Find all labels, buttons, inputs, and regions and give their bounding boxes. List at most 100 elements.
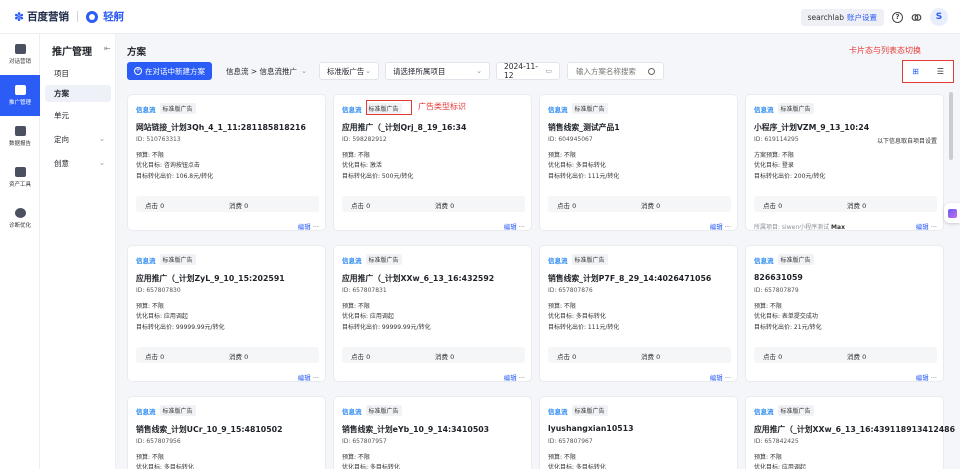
target-cpa: 目标转化出价: 106.8元/转化 <box>136 173 214 180</box>
optimization-goal: 优化目标: 登录 <box>754 162 794 169</box>
plan-card[interactable]: 信息流 标准版广告 网站链接_计划3Qh_4_1_11:281185818216 ID… <box>127 94 326 231</box>
button-label: 在对话中新建方案 <box>145 66 205 76</box>
card-view-icon[interactable]: ⊞ <box>909 65 923 79</box>
ad-type-tag: 标准版广告 <box>777 254 814 265</box>
plan-name[interactable]: 826631059 <box>754 273 803 282</box>
scrollbar[interactable] <box>949 92 953 160</box>
account-settings-link[interactable]: 账户设置 <box>847 13 877 22</box>
project-row: 所属项目: siwen小程序测试 Max <box>754 222 845 231</box>
more-icon[interactable]: ··· <box>313 223 319 231</box>
more-icon[interactable]: ··· <box>931 223 937 231</box>
subnav-item-plan[interactable]: 方案 <box>45 85 111 102</box>
subnav-item-unit[interactable]: 单元 <box>45 107 111 124</box>
feed-logo-tag: 信息流 <box>548 256 568 265</box>
plan-id: ID: 657807876 <box>548 287 593 294</box>
more-icon[interactable]: ··· <box>725 223 731 231</box>
plan-id: ID: 510763313 <box>136 136 181 143</box>
plan-card[interactable]: 信息流 标准版广告 应用推广（_计划Qrj_8_19_16:34 ID: 598282… <box>333 94 532 231</box>
plan-card[interactable]: 信息流 标准版广告销售线索_计划UCr_10_9_15:4810502 ID: 65… <box>127 396 326 469</box>
feed-logo-tag: 信息流 <box>342 407 362 416</box>
project-select[interactable]: 请选择所属项目 ⌄ <box>384 62 490 80</box>
cost-stat: 消费 0 <box>435 353 455 361</box>
edit-button[interactable]: 编辑 <box>298 223 311 231</box>
chevron-down-icon: ⌄ <box>476 67 482 75</box>
plan-name[interactable]: 销售线索_计划eYb_10_9_14:3410503 <box>342 424 489 435</box>
nav-item-promotion-management[interactable]: 推广管理 <box>0 75 40 116</box>
edit-button[interactable]: 编辑 <box>916 374 929 382</box>
list-view-icon[interactable]: ☰ <box>934 65 948 79</box>
target-cpa: 目标转化出价: 99999.99元/转化 <box>342 324 431 331</box>
nav-item-chat-marketing[interactable]: 对话营销 <box>0 34 40 75</box>
plan-id: ID: 657842425 <box>754 438 799 445</box>
page-title: 方案 <box>127 47 147 58</box>
new-plan-in-chat-button[interactable]: + 在对话中新建方案 <box>127 62 212 80</box>
card-tags: 信息流 标准版广告 <box>548 254 608 265</box>
plan-card[interactable]: 信息流 标准版广告 销售线索_计划eYb_10_9_14:3410503 ID: 65… <box>333 396 532 469</box>
account-switcher[interactable]: searchlab 账户设置 <box>800 8 884 26</box>
plan-card[interactable]: 信息流 标准版广告 销售线索_测试产品1 ID: 604945067 预算: 不限 优化目… <box>539 94 738 231</box>
more-icon[interactable]: ··· <box>519 374 525 382</box>
help-icon[interactable]: ? <box>892 11 903 23</box>
plan-name[interactable]: 销售线索_计划P7F_8_29_14:4026471056 <box>548 273 711 284</box>
plan-budget: 预算: 不限 <box>342 303 370 310</box>
plan-card[interactable]: 信息流 标准版广告 应用推广（_计划XXw_6_13_16:439118913412… <box>745 396 955 469</box>
date-picker[interactable]: 2024-11-12 ▭ <box>495 62 560 80</box>
search-icon[interactable] <box>647 67 655 75</box>
search-input[interactable] <box>575 66 646 76</box>
plan-id: ID: 657807879 <box>754 287 799 294</box>
plan-name[interactable]: 销售线索_计划UCr_10_9_15:4810502 <box>136 424 283 435</box>
edit-button[interactable]: 编辑 <box>298 374 311 382</box>
optimization-goal: 优化目标: 多目标转化 <box>136 464 194 469</box>
subnav-item-project[interactable]: 项目 <box>45 65 111 82</box>
brand-logo[interactable]: ✽ 百度营销 轻舸 <box>14 9 124 24</box>
plan-name[interactable]: 应用推广（_计划XXw_6_13_16:439118913412486 <box>754 424 955 435</box>
edit-button[interactable]: 编辑 <box>504 223 517 231</box>
plan-card[interactable]: 信息流 标准版广告 应用推广（_计划XXw_6_13_16:432592 ID: 65… <box>333 245 532 382</box>
stats-bar: 点击 0 消费 0 <box>136 196 319 212</box>
edit-button[interactable]: 编辑 <box>710 223 723 231</box>
more-icon[interactable]: ··· <box>519 223 525 231</box>
plan-name[interactable]: 小程序_计划VZM_9_13_10:24 <box>754 122 869 133</box>
avatar[interactable]: S <box>930 8 948 26</box>
feed-logo-tag: 信息流 <box>136 407 156 416</box>
plan-name[interactable]: 网站链接_计划3Qh_4_1_11:281185818216 <box>136 122 306 133</box>
feed-logo-tag: 信息流 <box>136 105 156 114</box>
plan-card[interactable]: 信息流 标准版广告销售线索_计划P7F_8_29_14:4026471056 ID:… <box>539 245 738 382</box>
assistant-float-button[interactable] <box>944 203 960 223</box>
flow-dropdown[interactable]: 信息流 > 信息流推广 ⌄ <box>226 62 307 80</box>
link-icon[interactable] <box>911 12 922 23</box>
subnav-item-targeting[interactable]: 定向 ⌄ <box>45 131 111 148</box>
more-icon[interactable]: ··· <box>931 374 937 382</box>
nav-item-data-report[interactable]: 数据报告 <box>0 116 40 157</box>
edit-button[interactable]: 编辑 <box>504 374 517 382</box>
card-tags: 信息流 标准版广告 <box>548 405 608 416</box>
edit-button[interactable]: 编辑 <box>916 223 929 231</box>
edit-button[interactable]: 编辑 <box>710 374 723 382</box>
plan-name[interactable]: 销售线索_测试产品1 <box>548 122 620 133</box>
collapse-icon[interactable]: ⇤ <box>104 44 111 53</box>
plan-name[interactable]: 应用推广（_计划Qrj_8_19_16:34 <box>342 122 466 133</box>
plan-search-box[interactable] <box>566 62 664 80</box>
card-actions: 编辑 ··· <box>710 372 731 382</box>
plan-name[interactable]: 应用推广（_计划ZyL_9_10_15:202591 <box>136 273 285 284</box>
plan-name[interactable]: 应用推广（_计划XXw_6_13_16:432592 <box>342 273 494 284</box>
chat-icon <box>14 44 26 54</box>
ad-type-tag: 标准版广告 <box>159 405 196 416</box>
subnav-item-creative[interactable]: 创意 ⌄ <box>45 155 111 172</box>
plan-name[interactable]: lyushangxian10513 <box>548 424 634 433</box>
more-icon[interactable]: ··· <box>313 374 319 382</box>
card-actions: 编辑 ··· <box>916 372 937 382</box>
more-icon[interactable]: ··· <box>725 374 731 382</box>
nav-item-asset-tools[interactable]: 资产工具 <box>0 157 40 198</box>
plan-card[interactable]: 信息流 标准版广告 826631059 ID: 657807879 预算: 不限 优化目标… <box>745 245 944 382</box>
ad-type-select[interactable]: 标准版广告 ⌄ <box>318 62 379 80</box>
cost-stat: 消费 0 <box>847 353 867 361</box>
plan-id: ID: 657807956 <box>136 438 181 445</box>
chevron-down-icon: ⌄ <box>365 67 371 75</box>
plan-id: ID: 604945067 <box>548 136 593 143</box>
plan-card[interactable]: 信息流 标准版广告 小程序_计划VZM_9_13_10:24 ID: 61911429… <box>745 94 944 231</box>
plan-card[interactable]: 信息流 标准版广告 lyushangxian10513 ID: 657807967 预算… <box>539 396 738 469</box>
nav-item-diagnose[interactable]: 诊断优化 <box>0 198 40 239</box>
plan-card[interactable]: 信息流 标准版广告 应用推广（_计划ZyL_9_10_15:202591 ID: 65… <box>127 245 326 382</box>
plan-budget: 预算: 不限 <box>136 303 164 310</box>
